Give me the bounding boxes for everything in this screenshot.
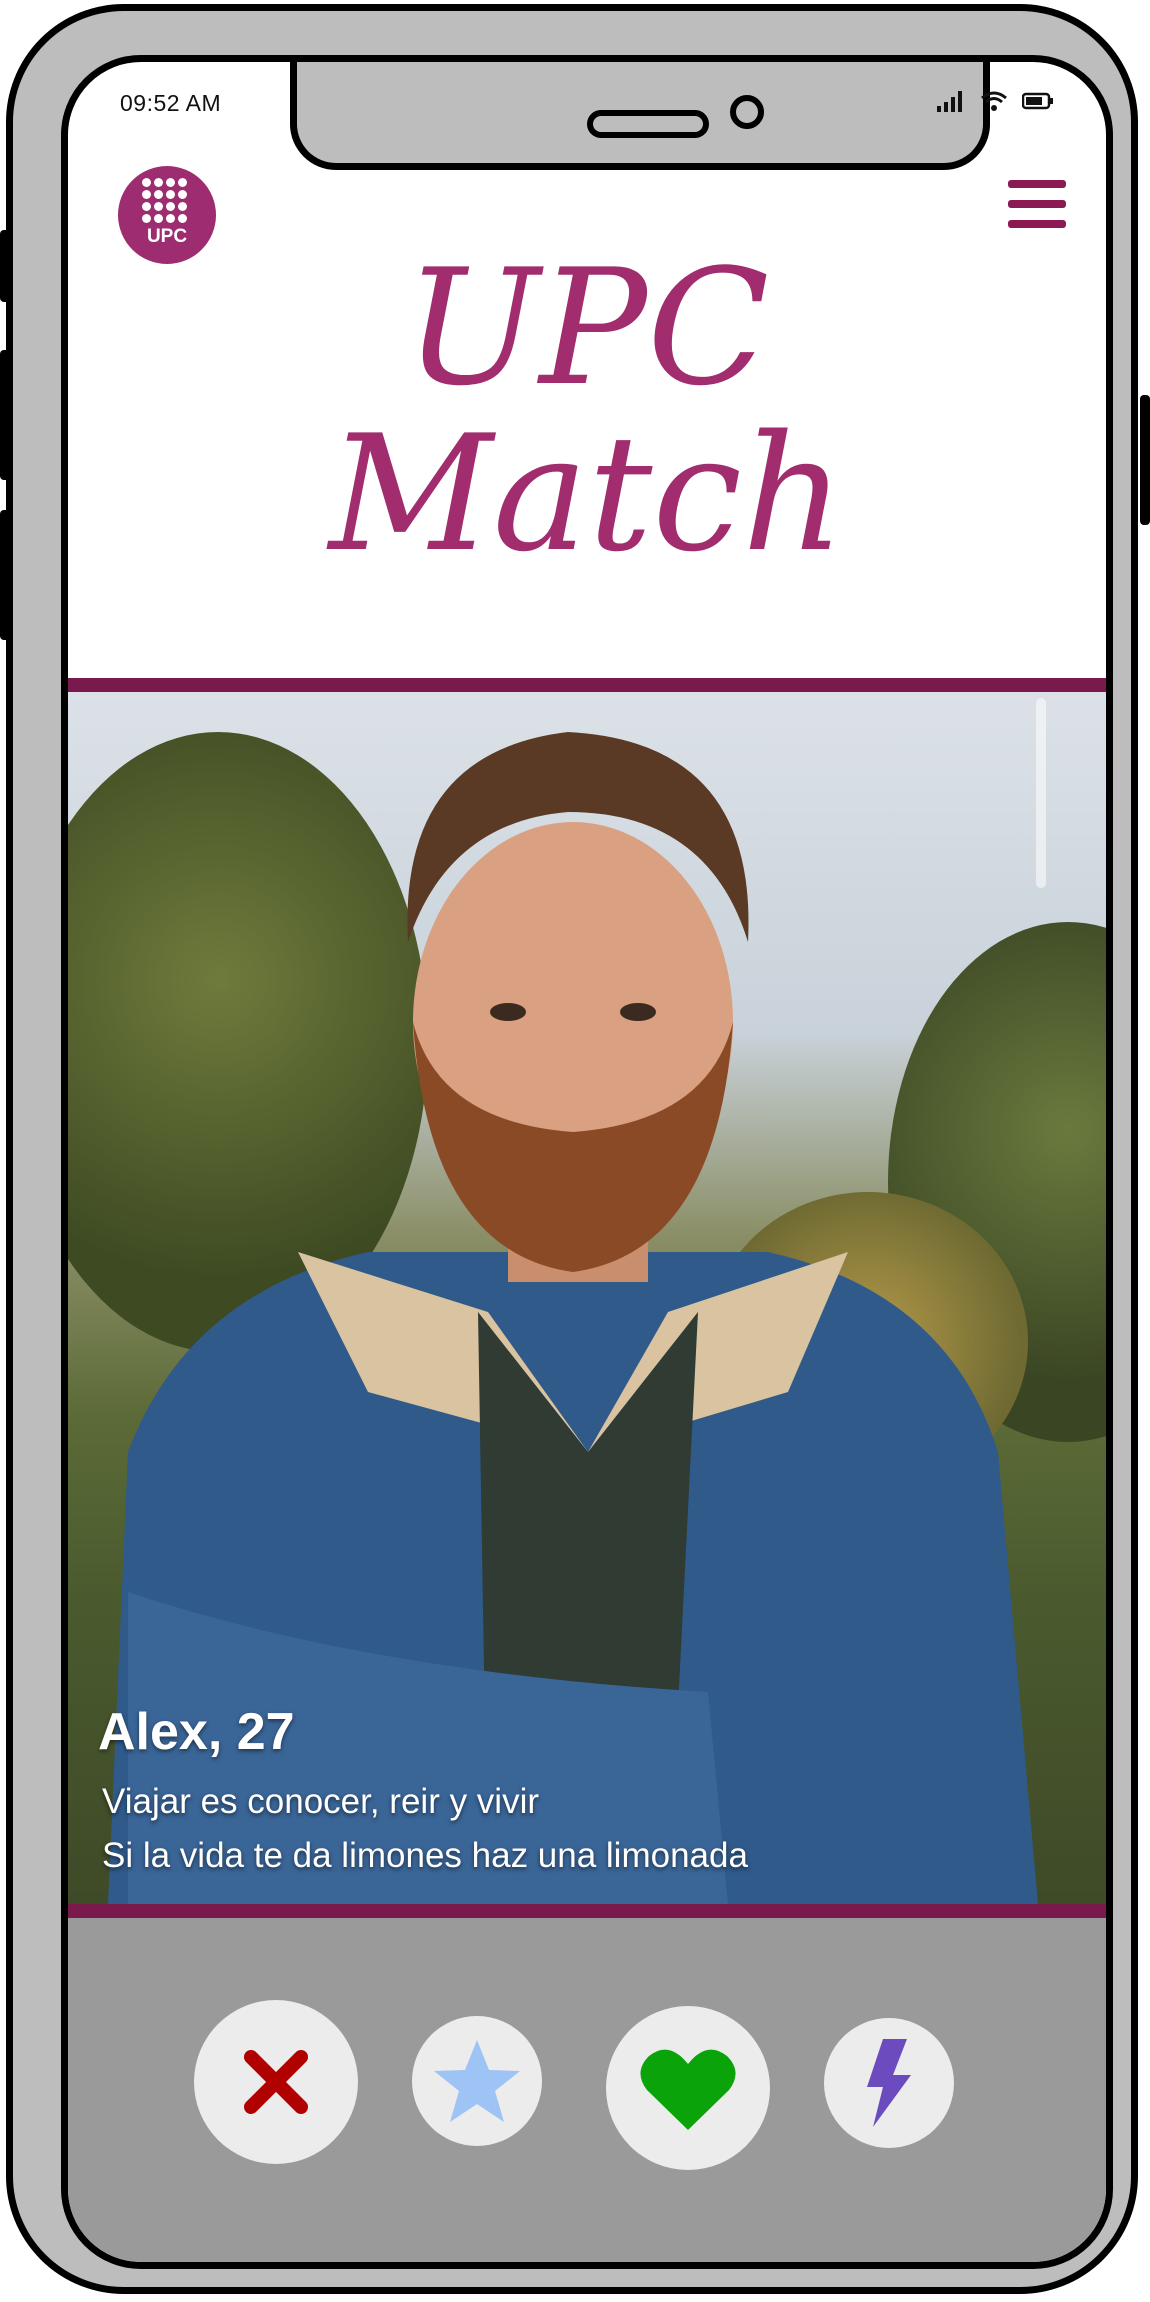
logo-text: UPC — [146, 226, 188, 247]
close-icon — [244, 2050, 308, 2114]
status-icons — [936, 90, 1054, 112]
like-button[interactable] — [606, 2006, 770, 2170]
app-title-line2: Match — [328, 400, 846, 587]
notch — [290, 62, 990, 170]
battery-icon — [1022, 92, 1053, 110]
front-camera — [730, 95, 764, 129]
boost-button[interactable] — [824, 2018, 954, 2148]
signal-icon — [937, 91, 962, 112]
star-icon — [434, 2040, 520, 2122]
speaker — [587, 110, 709, 138]
hamburger-menu-icon[interactable] — [1008, 180, 1066, 234]
profile-name-age: Alex, 27 — [98, 1703, 295, 1761]
logo-dots-icon — [142, 178, 187, 223]
power-button — [1140, 395, 1150, 525]
profile-bio-line1: Viajar es conocer, reir y vivir — [102, 1782, 540, 1821]
profile-bio-line2: Si la vida te da limones haz una limonad… — [102, 1836, 748, 1875]
top-divider — [68, 678, 1106, 692]
dislike-button[interactable] — [194, 2000, 358, 2164]
status-time: 09:52 AM — [120, 90, 222, 116]
wifi-icon — [981, 91, 1007, 111]
phone-frame: 09:52 AM UPC UPC Match Alex, 27 Viajar e… — [6, 4, 1138, 2294]
phone-screen: 09:52 AM UPC UPC Match Alex, 27 Viajar e… — [61, 55, 1113, 2269]
app-title-line1: UPC — [404, 234, 770, 421]
superlike-button[interactable] — [412, 2016, 542, 2146]
heart-icon — [640, 2049, 736, 2130]
bottom-divider — [68, 1904, 1106, 1918]
action-bar — [68, 1918, 1106, 2262]
profile-photo[interactable]: Alex, 27 Viajar es conocer, reir y vivir… — [68, 692, 1106, 1904]
photo-scroll-indicator — [1036, 698, 1046, 888]
bolt-icon — [867, 2039, 911, 2127]
